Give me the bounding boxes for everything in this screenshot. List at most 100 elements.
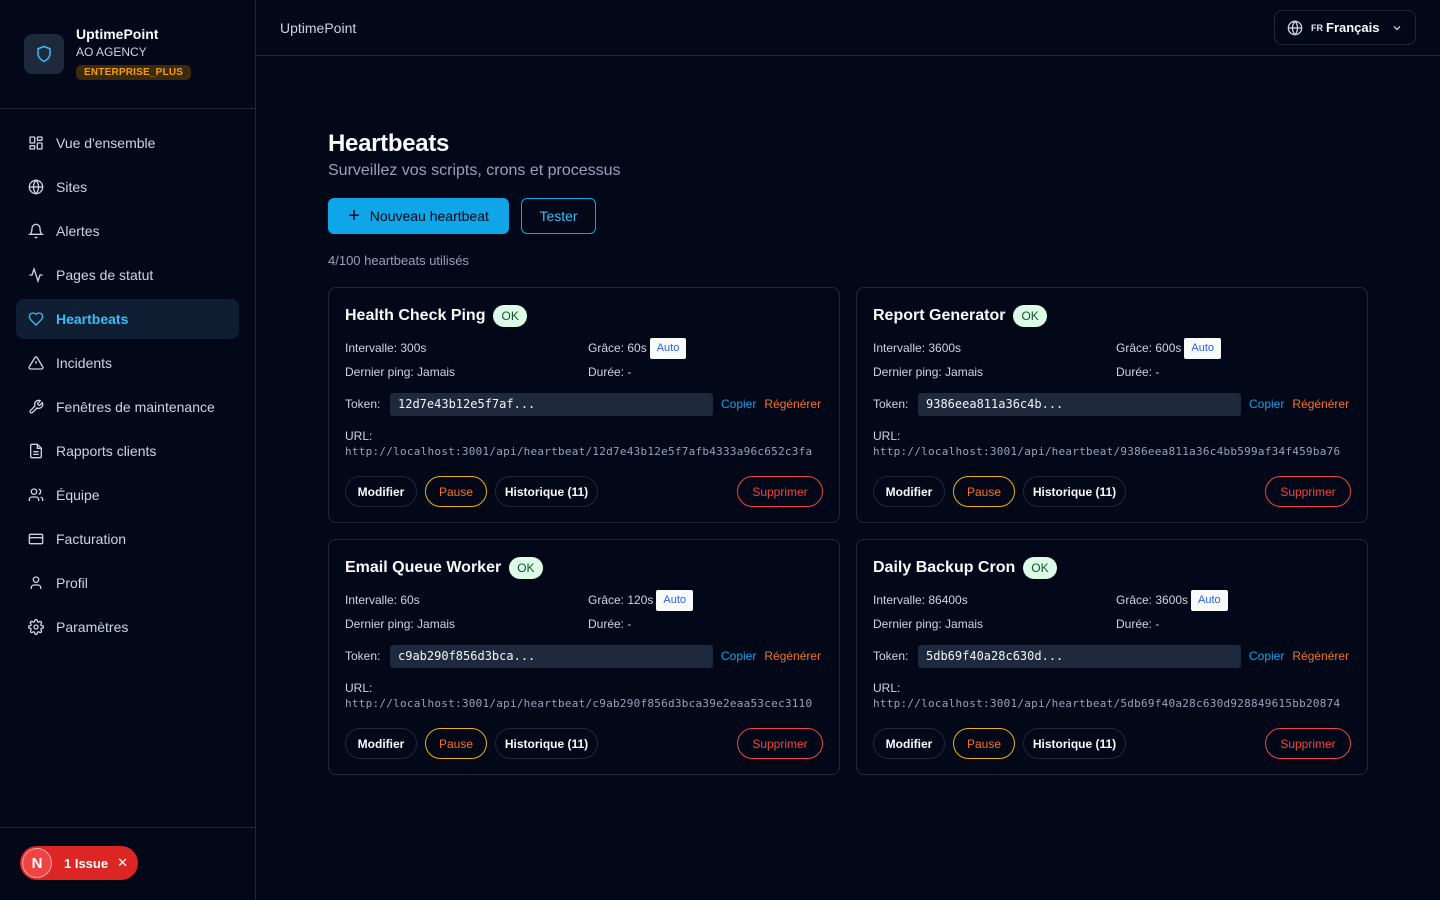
url-label: URL: <box>873 429 901 443</box>
sidebar-item-settings[interactable]: Paramètres <box>16 607 239 647</box>
token-value[interactable]: 5db69f40a28c630d... <box>918 644 1241 668</box>
sidebar-item-alerts[interactable]: Alertes <box>16 211 239 251</box>
auto-chip: Auto <box>656 589 694 611</box>
delete-button[interactable]: Supprimer <box>1265 728 1351 759</box>
copy-link[interactable]: Copier <box>721 397 756 411</box>
grid-icon <box>28 135 44 151</box>
pause-button[interactable]: Pause <box>953 476 1015 507</box>
copy-link[interactable]: Copier <box>1249 649 1284 663</box>
history-button[interactable]: Historique (11) <box>495 476 598 507</box>
sidebar-item-profile[interactable]: Profil <box>16 563 239 603</box>
pause-button[interactable]: Pause <box>953 728 1015 759</box>
status-badge: OK <box>1023 557 1057 579</box>
status-badge: OK <box>1013 305 1047 327</box>
interval: Intervalle: 300s <box>345 341 427 355</box>
delete-button[interactable]: Supprimer <box>1265 476 1351 507</box>
interval: Intervalle: 60s <box>345 593 420 607</box>
sidebar-item-label: Incidents <box>56 355 113 371</box>
delete-button[interactable]: Supprimer <box>737 728 823 759</box>
sidebar-item-client-reports[interactable]: Rapports clients <box>16 431 239 471</box>
token-value[interactable]: 9386eea811a36c4b... <box>918 392 1241 416</box>
regenerate-link[interactable]: Régénérer <box>1292 649 1349 663</box>
brand-name: UptimePoint <box>76 26 159 42</box>
regenerate-link[interactable]: Régénérer <box>1292 397 1349 411</box>
url-value: http://localhost:3001/api/heartbeat/5db6… <box>873 697 1341 710</box>
delete-button[interactable]: Supprimer <box>737 476 823 507</box>
pause-button[interactable]: Pause <box>425 476 487 507</box>
credit-card-icon <box>28 531 44 547</box>
history-button[interactable]: Historique (11) <box>1023 476 1126 507</box>
url-value: http://localhost:3001/api/heartbeat/c9ab… <box>345 697 813 710</box>
issue-count: 1 Issue <box>64 855 109 871</box>
sidebar-nav: Vue d'ensemble Sites Alertes Pages de st… <box>0 109 255 647</box>
next-logo-icon: N <box>22 848 52 878</box>
sidebar-item-maintenance[interactable]: Fenêtres de maintenance <box>16 387 239 427</box>
token-label: Token: <box>345 397 381 411</box>
users-icon <box>28 487 44 503</box>
globe-icon <box>1287 19 1303 36</box>
topbar-title: UptimePoint <box>280 19 357 36</box>
sidebar-item-heartbeats[interactable]: Heartbeats <box>16 299 239 339</box>
sidebar-item-overview[interactable]: Vue d'ensemble <box>16 123 239 163</box>
token-label: Token: <box>345 649 381 663</box>
interval: Intervalle: 3600s <box>873 341 962 355</box>
brand: UptimePoint AO AGENCY ENTERPRISE_PLUS <box>0 0 255 109</box>
edit-button[interactable]: Modifier <box>345 728 417 759</box>
language-select[interactable]: FR Français <box>1274 10 1416 45</box>
history-button[interactable]: Historique (11) <box>495 728 598 759</box>
sidebar-item-team[interactable]: Équipe <box>16 475 239 515</box>
language-code: FR <box>1311 22 1323 33</box>
activity-icon <box>28 267 44 283</box>
grace: Grâce: 3600s <box>1116 593 1189 607</box>
sidebar-footer: N 1 Issue ✕ <box>0 827 255 900</box>
sidebar-item-label: Heartbeats <box>56 311 129 327</box>
sidebar-item-billing[interactable]: Facturation <box>16 519 239 559</box>
grace: Grâce: 120s <box>588 593 654 607</box>
history-button[interactable]: Historique (11) <box>1023 728 1126 759</box>
sidebar-item-label: Équipe <box>56 487 100 503</box>
new-heartbeat-label: Nouveau heartbeat <box>369 208 489 224</box>
brand-org: AO AGENCY <box>76 45 147 59</box>
warning-icon <box>28 355 44 371</box>
edit-button[interactable]: Modifier <box>873 476 945 507</box>
last-ping: Dernier ping: Jamais <box>345 365 456 379</box>
copy-link[interactable]: Copier <box>1249 397 1284 411</box>
url-label: URL: <box>345 429 373 443</box>
issues-badge[interactable]: N 1 Issue ✕ <box>20 846 138 880</box>
main-content: Heartbeats Surveillez vos scripts, crons… <box>328 128 1368 775</box>
url-value: http://localhost:3001/api/heartbeat/9386… <box>873 445 1341 458</box>
auto-chip: Auto <box>1191 589 1228 611</box>
token-value[interactable]: 12d7e43b12e5f7af... <box>390 392 713 416</box>
plan-badge: ENTERPRISE_PLUS <box>76 65 192 80</box>
plus-icon: + <box>348 205 360 227</box>
duration: Durée: - <box>588 617 632 631</box>
edit-button[interactable]: Modifier <box>873 728 945 759</box>
gear-icon <box>28 619 44 635</box>
sidebar-item-label: Facturation <box>56 531 127 547</box>
heart-icon <box>28 311 44 327</box>
new-heartbeat-button[interactable]: + Nouveau heartbeat <box>328 198 509 234</box>
auto-chip: Auto <box>649 337 687 359</box>
chevron-down-icon <box>1391 22 1403 34</box>
last-ping: Dernier ping: Jamais <box>873 617 984 631</box>
heartbeat-name: Daily Backup Cron <box>873 559 1016 576</box>
sidebar-item-label: Alertes <box>56 223 100 239</box>
sidebar-item-incidents[interactable]: Incidents <box>16 343 239 383</box>
user-icon <box>28 575 44 591</box>
wrench-icon <box>28 399 44 415</box>
regenerate-link[interactable]: Régénérer <box>764 397 821 411</box>
interval: Intervalle: 86400s <box>873 593 968 607</box>
sidebar-item-sites[interactable]: Sites <box>16 167 239 207</box>
pause-button[interactable]: Pause <box>425 728 487 759</box>
test-button[interactable]: Tester <box>521 198 596 234</box>
copy-link[interactable]: Copier <box>721 649 756 663</box>
document-icon <box>28 443 44 459</box>
regenerate-link[interactable]: Régénérer <box>764 649 821 663</box>
sidebar-item-label: Fenêtres de maintenance <box>56 399 215 415</box>
edit-button[interactable]: Modifier <box>345 476 417 507</box>
duration: Durée: - <box>588 365 632 379</box>
close-icon[interactable]: ✕ <box>117 855 128 871</box>
url-label: URL: <box>345 681 373 695</box>
token-value[interactable]: c9ab290f856d3bca... <box>390 644 713 668</box>
sidebar-item-status-pages[interactable]: Pages de statut <box>16 255 239 295</box>
